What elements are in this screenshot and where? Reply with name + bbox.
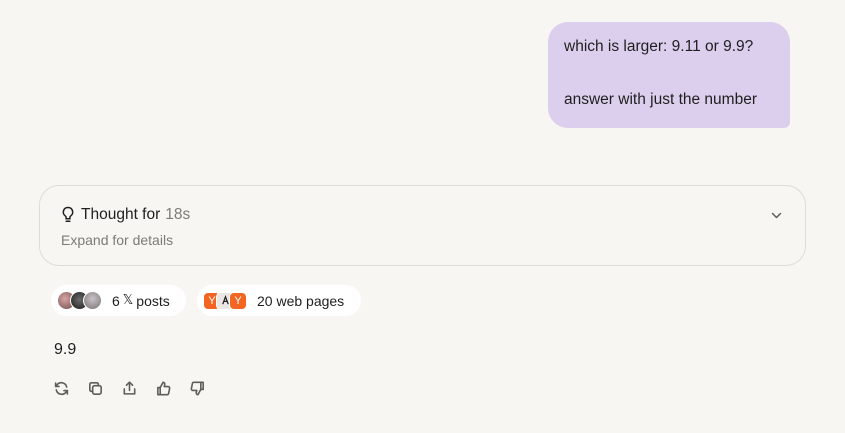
thumbs-up-icon[interactable] (154, 379, 172, 397)
x-logo-icon: 𝕏 (122, 293, 134, 308)
thought-expand-hint: Expand for details (61, 232, 174, 248)
user-message-bubble: which is larger: 9.11 or 9.9? answer wit… (548, 22, 790, 128)
x-posts-count: 6 (112, 292, 120, 309)
copy-icon[interactable] (86, 379, 104, 397)
x-posts-label: posts (136, 292, 170, 309)
thought-label: Thought for (81, 206, 161, 223)
x-post-avatars (57, 291, 102, 310)
regenerate-icon[interactable] (52, 379, 70, 397)
share-icon[interactable] (120, 379, 138, 397)
web-page-favicons: Y Y (203, 291, 247, 310)
thought-header: Thought for 18s (61, 206, 190, 224)
ycombinator-favicon-icon: Y (229, 291, 247, 310)
thought-duration: 18s (165, 206, 191, 223)
user-message-line-1: which is larger: 9.11 or 9.9? (564, 38, 754, 55)
web-pages-label: 20 web pages (257, 292, 345, 309)
lightbulb-icon (61, 206, 75, 224)
x-posts-sources-button[interactable]: 6 𝕏 posts (51, 285, 186, 316)
chevron-down-icon[interactable] (770, 209, 783, 222)
avatar (83, 291, 102, 310)
web-pages-sources-button[interactable]: Y Y 20 web pages (197, 285, 361, 316)
assistant-answer: 9.9 (54, 341, 77, 358)
thought-panel[interactable]: Thought for 18s Expand for details (39, 185, 806, 266)
user-message-line-2: answer with just the number (564, 91, 757, 108)
message-action-bar (52, 379, 206, 397)
thumbs-down-icon[interactable] (188, 379, 206, 397)
